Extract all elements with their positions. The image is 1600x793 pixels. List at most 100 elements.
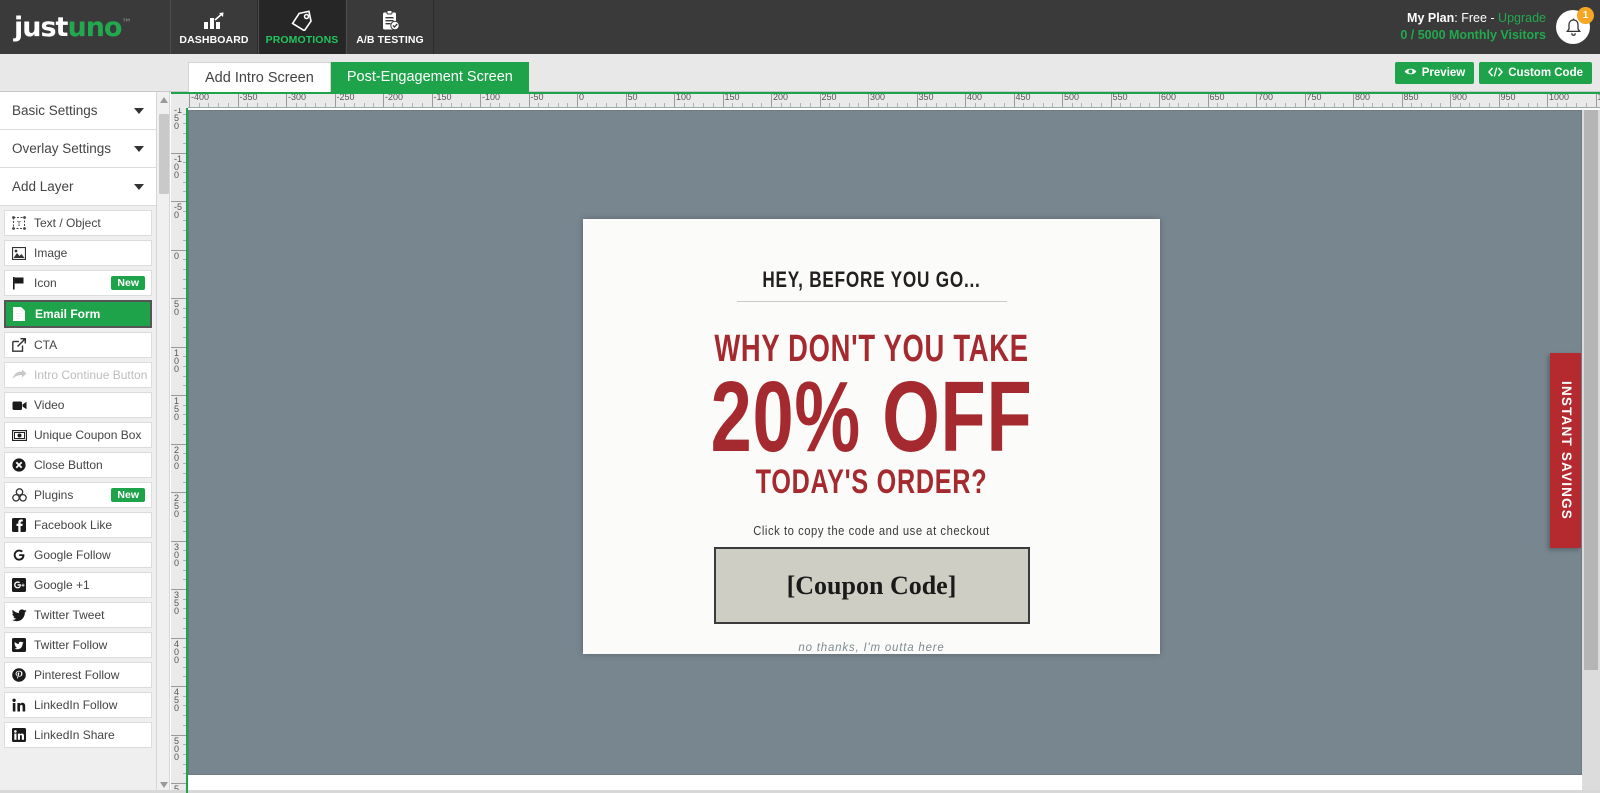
ruler-minor-tick — [1168, 103, 1170, 107]
ruler-minor-tick — [305, 103, 307, 107]
layer-item-unique-coupon-box[interactable]: Unique Coupon Box — [4, 422, 152, 448]
ruler-minor-tick — [994, 103, 996, 107]
layer-list: T Text / Object Image Icon New Email Form CTA I… — [0, 206, 156, 748]
new-badge: New — [111, 276, 145, 290]
ruler-minor-tick — [1178, 103, 1180, 107]
layer-item-label: LinkedIn Follow — [34, 698, 118, 712]
ruler-minor-tick — [1188, 103, 1190, 107]
ruler-minor-tick — [1197, 103, 1199, 107]
popup-decline-link[interactable]: no thanks, I'm outta here — [583, 642, 1160, 654]
ruler-minor-tick — [1527, 103, 1529, 107]
ruler-minor-tick — [247, 103, 249, 107]
ruler-minor-tick — [1566, 103, 1568, 107]
promotion-popup[interactable]: HEY, BEFORE YOU GO... WHY DON'T YOU TAKE… — [583, 219, 1160, 654]
layer-item-label: Pinterest Follow — [34, 668, 120, 682]
layer-item-icon[interactable]: Icon New — [4, 270, 152, 296]
layer-item-cta[interactable]: CTA — [4, 332, 152, 358]
layer-item-video[interactable]: Video — [4, 392, 152, 418]
layer-item-label: Image — [34, 246, 68, 260]
layer-item-email-form[interactable]: Email Form — [4, 300, 152, 328]
ruler-minor-tick — [344, 103, 346, 107]
text-object-icon: T — [12, 216, 30, 230]
ruler-minor-tick — [1246, 103, 1248, 107]
top-header: justuno™ DASHBOARD PROMOTIONS A/B TESTIN… — [0, 0, 1600, 54]
notifications[interactable]: 1 — [1556, 7, 1594, 44]
tab-add-intro-screen[interactable]: Add Intro Screen — [188, 62, 331, 92]
ruler-minor-tick — [586, 103, 588, 107]
layer-item-close-button[interactable]: Close Button — [4, 452, 152, 478]
nav-tab-label: A/B TESTING — [356, 33, 424, 46]
layer-item-label: CTA — [34, 338, 58, 352]
plan-dash: - — [1486, 11, 1499, 25]
app-logo[interactable]: justuno™ — [0, 0, 170, 54]
nav-tab-label: DASHBOARD — [179, 33, 249, 46]
monthly-visitors-count: 0 / 5000 Monthly Visitors — [1400, 28, 1546, 42]
custom-code-button[interactable]: Custom Code — [1479, 62, 1592, 84]
popup-eyebrow: HEY, BEFORE YOU GO... — [762, 267, 981, 292]
google-plus-icon — [12, 578, 30, 592]
pinterest-icon — [12, 668, 30, 682]
ruler-minor-tick — [635, 103, 637, 107]
popup-headline-line3: TODAY'S ORDER? — [755, 463, 988, 501]
popup-divider — [736, 301, 1007, 302]
layer-item-label: Google +1 — [34, 578, 90, 592]
scroll-up-arrow-icon[interactable] — [160, 97, 168, 103]
ruler-minor-tick — [1488, 103, 1490, 107]
layer-item-linkedin-share[interactable]: LinkedIn Share — [4, 722, 152, 748]
ruler-minor-tick — [518, 103, 520, 107]
design-canvas[interactable]: HEY, BEFORE YOU GO... WHY DON'T YOU TAKE… — [188, 110, 1582, 775]
plan-area: My Plan: Free - Upgrade 0 / 5000 Monthly… — [1400, 0, 1600, 54]
left-sidebar: Basic Settings Overlay Settings Add Laye… — [0, 92, 156, 793]
accordion-add-layer[interactable]: Add Layer — [0, 168, 156, 206]
ruler-minor-tick — [460, 103, 462, 107]
layer-item-pinterest-follow[interactable]: Pinterest Follow — [4, 662, 152, 688]
layer-item-google-follow[interactable]: Google Follow — [4, 542, 152, 568]
layer-item-linkedin-follow[interactable]: LinkedIn Follow — [4, 692, 152, 718]
accordion-overlay-settings[interactable]: Overlay Settings — [0, 130, 156, 168]
ruler-minor-tick — [1508, 103, 1510, 107]
popup-headline-discount: 20% OFF — [710, 361, 1033, 473]
tab-post-engagement-screen[interactable]: Post-Engagement Screen — [330, 62, 529, 92]
ruler-minor-tick — [441, 103, 443, 107]
accordion-label: Overlay Settings — [12, 141, 112, 156]
instant-savings-tab[interactable]: INSTANT SAVINGS — [1550, 353, 1582, 548]
ruler-minor-tick — [538, 103, 540, 107]
ruler-minor-tick — [1265, 103, 1267, 107]
layer-item-label: Icon — [34, 276, 57, 290]
page-scrollbar[interactable] — [1582, 110, 1600, 793]
accordion-label: Basic Settings — [12, 103, 98, 118]
svg-text:T: T — [17, 220, 22, 228]
ruler-minor-tick — [703, 103, 705, 107]
sidebar-scrollbar-thumb[interactable] — [159, 114, 169, 194]
nav-tab-dashboard[interactable]: DASHBOARD — [170, 0, 258, 54]
layer-item-image[interactable]: Image — [4, 240, 152, 266]
nav-tab-label: PROMOTIONS — [265, 33, 339, 46]
notification-badge: 1 — [1577, 7, 1594, 24]
layer-item-twitter-tweet[interactable]: Twitter Tweet — [4, 602, 152, 628]
layer-item-google-1[interactable]: Google +1 — [4, 572, 152, 598]
logo-trademark: ™ — [121, 17, 131, 29]
page-scrollbar-thumb[interactable] — [1584, 110, 1598, 670]
accordion-basic-settings[interactable]: Basic Settings — [0, 92, 156, 130]
arrow-right-icon — [12, 369, 30, 381]
preview-button[interactable]: Preview — [1394, 62, 1475, 84]
layer-item-facebook-like[interactable]: Facebook Like — [4, 512, 152, 538]
ruler-minor-tick — [1479, 103, 1481, 107]
upgrade-link[interactable]: Upgrade — [1498, 11, 1546, 25]
sidebar-scrollbar[interactable] — [156, 92, 170, 793]
scroll-down-arrow-icon[interactable] — [160, 782, 168, 788]
ruler-minor-tick — [208, 103, 210, 107]
ruler-minor-tick — [1003, 103, 1005, 107]
ruler-minor-tick — [1275, 103, 1277, 107]
layer-item-plugins[interactable]: Plugins New — [4, 482, 152, 508]
ruler-minor-tick — [1382, 103, 1384, 107]
layer-item-twitter-follow[interactable]: Twitter Follow — [4, 632, 152, 658]
instant-savings-label: INSTANT SAVINGS — [1558, 380, 1574, 521]
nav-tab-promotions[interactable]: PROMOTIONS — [258, 0, 346, 54]
caret-down-icon — [134, 145, 144, 152]
coupon-code-box[interactable]: [Coupon Code] — [713, 547, 1030, 624]
nav-tab-ab-testing[interactable]: A/B TESTING — [346, 0, 434, 54]
main-navigation: DASHBOARD PROMOTIONS A/B TESTING — [170, 0, 434, 54]
ruler-minor-tick — [1537, 103, 1539, 107]
layer-item-text-object[interactable]: T Text / Object — [4, 210, 152, 236]
